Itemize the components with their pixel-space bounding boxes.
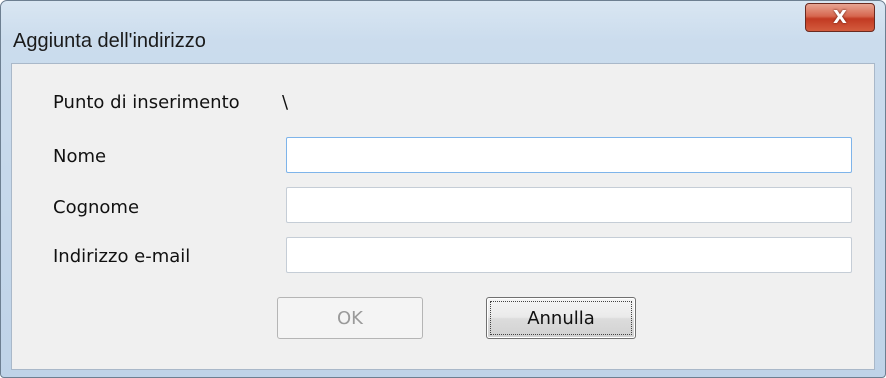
close-icon: X [833, 6, 847, 28]
cancel-button-label: Annulla [527, 307, 595, 329]
insertion-point-label: Punto di inserimento [53, 92, 240, 113]
ok-button-label: OK [337, 307, 363, 329]
cancel-button[interactable]: Annulla [486, 297, 636, 339]
dialog-client-area: Punto di inserimento \ Nome Cognome Indi… [11, 63, 875, 370]
dialog-window: Aggiunta dell'indirizzo X Punto di inser… [0, 0, 886, 378]
email-field[interactable] [286, 237, 852, 273]
window-title: Aggiunta dell'indirizzo [13, 30, 206, 52]
ok-button[interactable]: OK [277, 297, 423, 339]
name-label: Nome [53, 146, 107, 167]
insertion-point-value: \ [282, 92, 289, 113]
close-button[interactable]: X [805, 3, 875, 32]
surname-label: Cognome [53, 197, 140, 218]
email-label: Indirizzo e-mail [53, 246, 191, 267]
title-bar[interactable]: Aggiunta dell'indirizzo X [1, 1, 885, 63]
name-field[interactable] [286, 137, 852, 173]
surname-field[interactable] [286, 187, 852, 223]
